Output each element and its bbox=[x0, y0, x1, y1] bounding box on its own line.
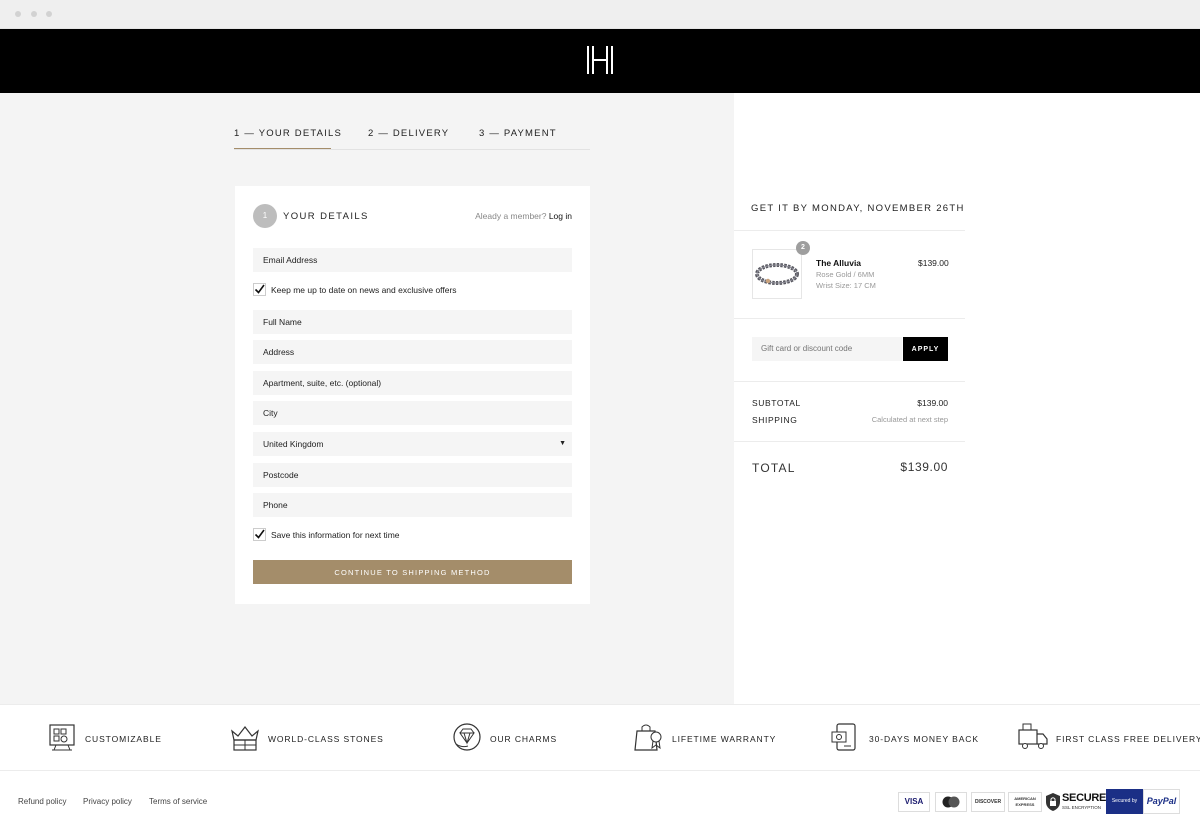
shield-lock-icon bbox=[1046, 793, 1060, 811]
order-summary-pane bbox=[734, 93, 1200, 704]
feature-label: 30-DAYS MONEY BACK bbox=[869, 734, 979, 744]
total-label: TOTAL bbox=[752, 461, 796, 475]
customize-icon bbox=[49, 724, 75, 751]
product-price: $139.00 bbox=[918, 258, 949, 268]
secure-text: SECURE bbox=[1062, 792, 1107, 804]
diamond-hand-icon bbox=[453, 723, 481, 751]
product-variant: Rose Gold / 6MM bbox=[816, 270, 875, 279]
newsletter-label: Keep me up to date on news and exclusive… bbox=[271, 285, 457, 295]
warranty-bag-icon bbox=[634, 724, 662, 751]
quantity-badge: 2 bbox=[796, 241, 810, 255]
features-strip: CUSTOMIZABLE WORLD-CLASS STONES OUR CHAR… bbox=[0, 704, 1200, 771]
newsletter-checkbox[interactable] bbox=[253, 283, 266, 296]
chevron-down-icon: ▼ bbox=[559, 440, 566, 447]
step-number-badge: 1 bbox=[253, 204, 277, 228]
product-size: Wrist Size: 17 CM bbox=[816, 281, 876, 290]
subtotal-label: SUBTOTAL bbox=[752, 398, 801, 408]
refund-policy-link[interactable]: Refund policy bbox=[18, 797, 66, 806]
address-field[interactable] bbox=[253, 340, 572, 364]
feature-label: WORLD-CLASS STONES bbox=[268, 734, 384, 744]
feature-label: FIRST CLASS FREE DELIVERY bbox=[1056, 734, 1200, 744]
visa-logo: VISA bbox=[898, 792, 930, 812]
feature-label: LIFETIME WARRANTY bbox=[672, 734, 777, 744]
step-payment[interactable]: 3 — PAYMENT bbox=[479, 128, 557, 139]
discover-logo: DISCOVER bbox=[971, 792, 1005, 812]
amex-logo: AMERICAN EXPRESS bbox=[1008, 792, 1042, 812]
delivery-truck-icon bbox=[1018, 723, 1048, 749]
step-your-details[interactable]: 1 — YOUR DETAILS bbox=[234, 128, 342, 149]
ssl-encryption-text: SSL ENCRYPTION bbox=[1062, 805, 1102, 810]
paypal-logo: PayPal bbox=[1143, 789, 1180, 814]
subtotal-value: $139.00 bbox=[917, 398, 948, 408]
mastercard-icon bbox=[942, 796, 960, 808]
product-thumbnail bbox=[752, 249, 802, 299]
postcode-field[interactable] bbox=[253, 463, 572, 487]
crown-gift-icon bbox=[231, 726, 259, 751]
divider bbox=[734, 230, 965, 231]
divider bbox=[734, 441, 965, 442]
checkout-steps: 1 — YOUR DETAILS 2 — DELIVERY 3 — PAYMEN… bbox=[234, 128, 590, 150]
product-name: The Alluvia bbox=[816, 258, 862, 268]
privacy-policy-link[interactable]: Privacy policy bbox=[83, 797, 132, 806]
full-name-field[interactable] bbox=[253, 310, 572, 334]
continue-to-shipping-button[interactable]: CONTINUE TO SHIPPING METHOD bbox=[253, 560, 572, 584]
shipping-label: SHIPPING bbox=[752, 415, 798, 425]
mastercard-logo bbox=[935, 792, 967, 812]
window-dot-close[interactable] bbox=[15, 11, 21, 17]
divider bbox=[734, 318, 965, 319]
apartment-field[interactable] bbox=[253, 371, 572, 395]
site-header bbox=[0, 29, 1200, 93]
delivery-estimate-heading: GET IT BY MONDAY, NOVEMBER 26TH bbox=[751, 203, 965, 214]
window-dot-minimize[interactable] bbox=[31, 11, 37, 17]
bracelet-image-icon bbox=[755, 263, 799, 285]
your-details-card: 1 YOUR DETAILS Aleady a member? Log in K… bbox=[235, 186, 590, 604]
apply-discount-button[interactable]: APPLY bbox=[903, 337, 948, 361]
feature-label: CUSTOMIZABLE bbox=[85, 734, 162, 744]
save-info-checkbox[interactable] bbox=[253, 528, 266, 541]
city-field[interactable] bbox=[253, 401, 572, 425]
total-value: $139.00 bbox=[900, 460, 948, 474]
card-title: YOUR DETAILS bbox=[283, 211, 369, 222]
feature-label: OUR CHARMS bbox=[490, 734, 558, 744]
country-select[interactable]: United Kingdom ▼ bbox=[253, 432, 572, 456]
terms-of-service-link[interactable]: Terms of service bbox=[149, 797, 207, 806]
login-link[interactable]: Log in bbox=[549, 211, 572, 221]
brand-logo-icon[interactable] bbox=[586, 46, 614, 74]
paypal-secured-by: Secured by bbox=[1106, 789, 1143, 814]
secure-ssl-badge: SECURE SSL ENCRYPTION bbox=[1046, 791, 1106, 813]
money-back-icon bbox=[831, 723, 856, 751]
shipping-value: Calculated at next step bbox=[871, 415, 948, 424]
email-field[interactable] bbox=[253, 248, 572, 272]
member-prompt: Aleady a member? Log in bbox=[475, 211, 572, 221]
step-delivery[interactable]: 2 — DELIVERY bbox=[368, 128, 449, 139]
window-dot-zoom[interactable] bbox=[46, 11, 52, 17]
discount-code-field[interactable] bbox=[752, 337, 902, 361]
phone-field[interactable] bbox=[253, 493, 572, 517]
paypal-badge: Secured by PayPal bbox=[1106, 789, 1180, 814]
save-info-label: Save this information for next time bbox=[271, 530, 400, 540]
member-prompt-text: Aleady a member? bbox=[475, 211, 547, 221]
divider bbox=[734, 381, 965, 382]
country-value: United Kingdom bbox=[263, 439, 324, 449]
browser-chrome bbox=[0, 0, 1200, 29]
